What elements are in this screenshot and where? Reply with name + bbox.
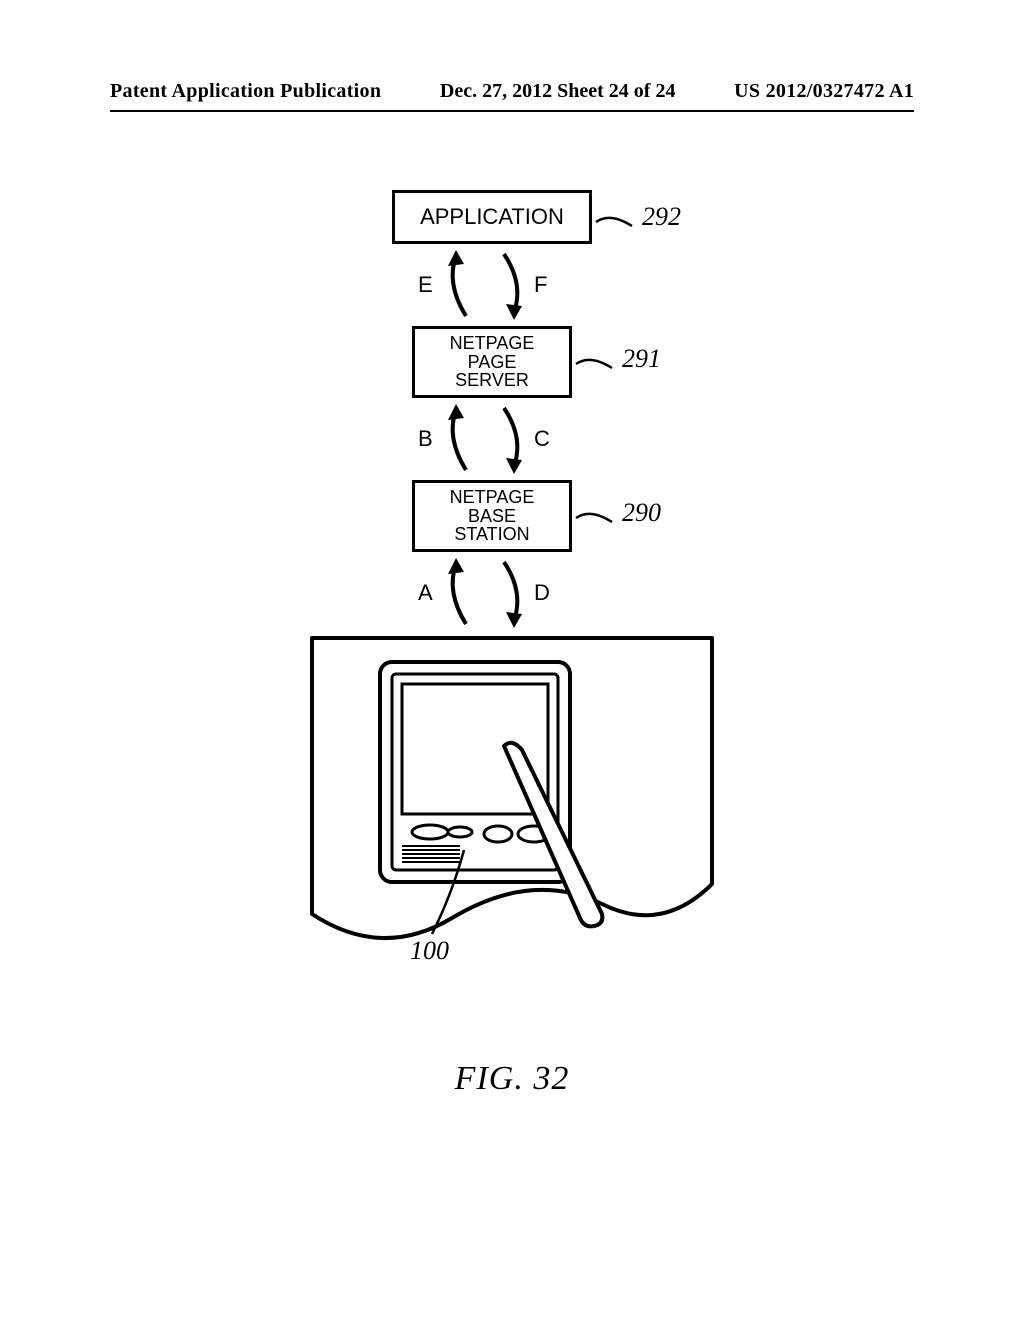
base-station-line3: STATION xyxy=(454,525,529,544)
arrow-A-up xyxy=(438,552,478,632)
header-center: Dec. 27, 2012 Sheet 24 of 24 xyxy=(440,80,676,103)
ref-leader-291 xyxy=(572,352,622,382)
arrow-B-up xyxy=(438,398,478,478)
application-box: APPLICATION xyxy=(392,190,592,244)
base-station-box: NETPAGE BASE STATION xyxy=(412,480,572,552)
edge-F: F xyxy=(534,272,547,298)
arrow-C-down xyxy=(494,398,534,478)
ref-292: 292 xyxy=(642,202,681,232)
page: Patent Application Publication Dec. 27, … xyxy=(0,0,1024,1320)
page-server-box: NETPAGE PAGE SERVER xyxy=(412,326,572,398)
page-header: Patent Application Publication Dec. 27, … xyxy=(110,80,914,103)
ref-100: 100 xyxy=(410,936,449,966)
page-server-line2: PAGE xyxy=(468,353,517,372)
page-server-line3: SERVER xyxy=(455,371,529,390)
figure-caption: FIG. 32 xyxy=(455,1060,570,1098)
header-left: Patent Application Publication xyxy=(110,80,381,103)
arrow-E-up xyxy=(438,244,478,324)
device-illustration xyxy=(302,634,722,974)
arrow-D-down xyxy=(494,552,534,632)
edge-D: D xyxy=(534,580,550,606)
ref-leader-292 xyxy=(592,210,642,240)
header-right: US 2012/0327472 A1 xyxy=(734,80,914,103)
edge-C: C xyxy=(534,426,550,452)
ref-290: 290 xyxy=(622,498,661,528)
base-station-line2: BASE xyxy=(468,507,516,526)
arrow-F-down xyxy=(494,244,534,324)
ref-leader-290 xyxy=(572,506,622,536)
header-rule xyxy=(110,110,914,112)
edge-B: B xyxy=(418,426,433,452)
base-station-line1: NETPAGE xyxy=(450,488,535,507)
edge-A: A xyxy=(418,580,433,606)
edge-E: E xyxy=(418,272,433,298)
figure-32-diagram: APPLICATION 292 E F NETPAGE PAGE SERVER … xyxy=(262,180,762,1000)
page-server-line1: NETPAGE xyxy=(450,334,535,353)
application-label: APPLICATION xyxy=(420,205,564,228)
ref-291: 291 xyxy=(622,344,661,374)
